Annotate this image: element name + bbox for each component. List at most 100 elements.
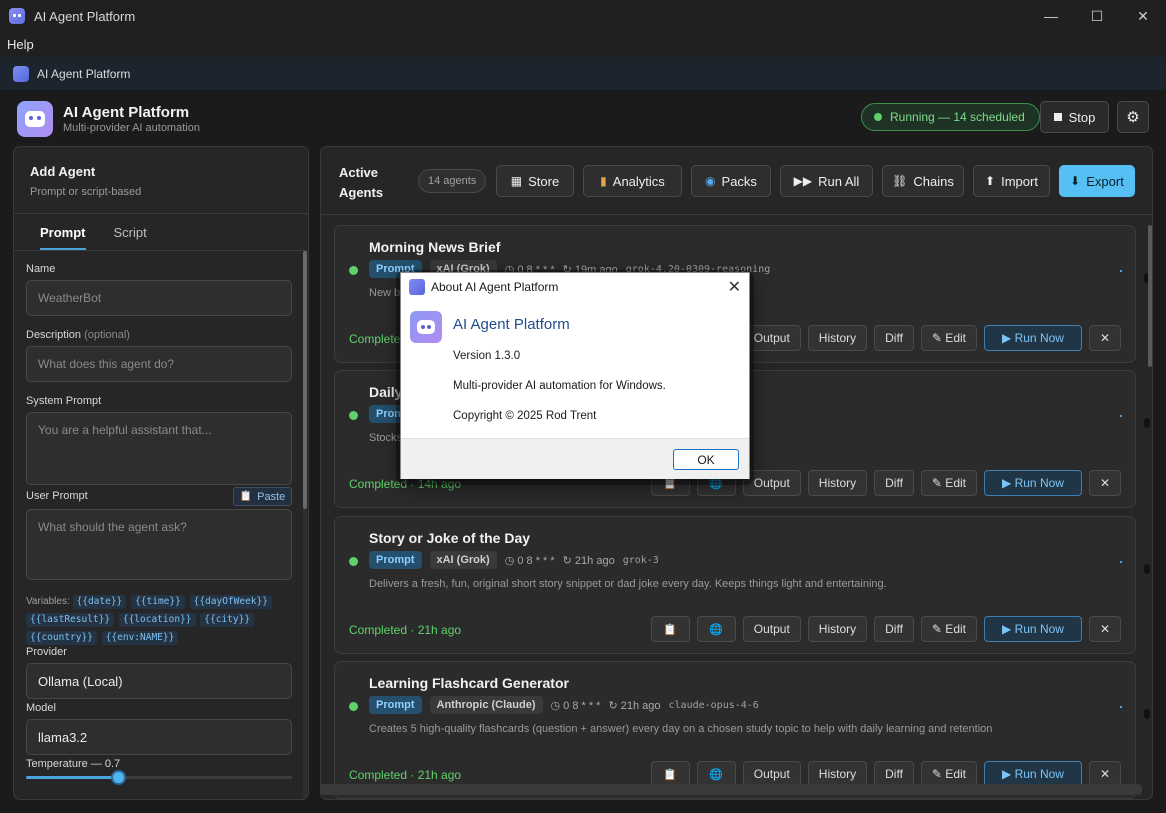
description-label: Description (optional): [26, 329, 130, 341]
download-icon: ⬇: [1070, 174, 1081, 188]
model-input[interactable]: llama3.2: [26, 719, 292, 755]
history-button[interactable]: History: [807, 325, 868, 351]
variable-chip[interactable]: {{lastResult}}: [26, 613, 115, 627]
robot-logo-icon: [410, 311, 442, 343]
temperature-slider[interactable]: [26, 776, 292, 779]
paste-button[interactable]: 📋 Paste: [233, 487, 292, 506]
store-button[interactable]: ▦ Store: [496, 165, 574, 197]
variable-chip[interactable]: {{country}}: [26, 631, 97, 645]
edge-marker: [1144, 418, 1150, 428]
run-now-button[interactable]: ▶ Run Now: [984, 616, 1082, 642]
agent-status-dot: [349, 266, 358, 275]
robot-logo-icon: [17, 101, 53, 137]
tab-prompt[interactable]: Prompt: [40, 225, 86, 250]
history-button[interactable]: History: [807, 470, 868, 496]
store-icon: ▦: [510, 174, 523, 188]
packs-button[interactable]: ◉ Packs: [691, 165, 771, 197]
export-button[interactable]: ⬇ Export: [1059, 165, 1135, 197]
name-input[interactable]: WeatherBot: [26, 280, 292, 316]
notes-icon-button[interactable]: 📋: [650, 616, 690, 642]
variable-chip[interactable]: {{city}}: [200, 613, 255, 627]
import-button[interactable]: ⬆ Import: [973, 165, 1050, 197]
agent-provider-badge: Anthropic (Claude): [429, 696, 543, 714]
analytics-button[interactable]: ▮ Analytics: [583, 165, 682, 197]
variable-chip[interactable]: {{date}}: [72, 595, 127, 609]
diff-button[interactable]: Diff: [874, 470, 914, 496]
edit-button[interactable]: ✎ Edit: [920, 470, 977, 496]
about-dialog: About AI Agent Platform ✕ AI Agent Platf…: [400, 272, 750, 479]
close-window-button[interactable]: ✕: [1120, 0, 1166, 32]
variables-label: Variables:: [26, 596, 70, 607]
variable-chip[interactable]: {{time}}: [131, 595, 185, 609]
user-prompt-label: User Prompt: [26, 490, 88, 502]
run-now-button[interactable]: ▶ Run Now: [984, 470, 1082, 496]
provider-select[interactable]: Ollama (Local): [26, 663, 292, 699]
diff-button[interactable]: Diff: [874, 325, 914, 351]
agent-name: Learning Flashcard Generator: [369, 675, 569, 691]
scheduler-status-badge: Running — 14 scheduled: [861, 103, 1040, 131]
chains-button[interactable]: ⛓ Chains: [882, 165, 964, 197]
agent-card: Learning Flashcard Generator Prompt Anth…: [334, 661, 1136, 799]
agent-type-badge: Prompt: [369, 696, 422, 714]
agent-type-tabs: Prompt Script: [40, 225, 175, 250]
menu-help[interactable]: Help: [7, 37, 34, 52]
run-all-button[interactable]: ▶▶ Run All: [780, 165, 873, 197]
agent-description: Delivers a fresh, fun, original short st…: [369, 578, 887, 590]
stop-icon: [1053, 113, 1062, 121]
description-input[interactable]: What does this agent do?: [26, 346, 292, 382]
left-scrollbar-thumb[interactable]: [303, 251, 307, 509]
output-button[interactable]: Output: [742, 616, 801, 642]
variable-chip[interactable]: {{env:NAME}}: [101, 631, 179, 645]
variables-list: Variables: {{date}} {{time}} {{dayOfWeek…: [26, 593, 298, 647]
variable-chip[interactable]: {{dayOfWeek}}: [189, 595, 272, 609]
agent-description: Creates 5 high-quality flashcards (quest…: [369, 723, 993, 735]
remove-agent-button[interactable]: ✕: [1089, 325, 1121, 351]
maximize-button[interactable]: ☐: [1074, 0, 1120, 32]
edit-button[interactable]: ✎ Edit: [920, 325, 977, 351]
close-icon[interactable]: ✕: [728, 277, 741, 297]
gear-icon: ⚙: [1126, 109, 1140, 126]
import-label: Import: [1001, 173, 1038, 189]
run-all-label: Run All: [818, 173, 860, 189]
variable-chip[interactable]: {{location}}: [118, 613, 196, 627]
upload-icon: ⬆: [985, 174, 996, 188]
remove-agent-button[interactable]: ✕: [1089, 616, 1121, 642]
diff-button[interactable]: Diff: [874, 616, 914, 642]
tab-script[interactable]: Script: [114, 225, 147, 250]
remove-agent-button[interactable]: ✕: [1089, 470, 1121, 496]
app-header: AI Agent Platform Multi-provider AI auto…: [17, 99, 200, 139]
agent-run-status: Completed · 21h ago: [349, 623, 462, 637]
ok-button[interactable]: OK: [673, 449, 739, 470]
clipboard-icon: 📋: [239, 491, 253, 502]
agent-last-run: ↻ 21h ago: [562, 554, 615, 567]
edit-button[interactable]: ✎ Edit: [920, 616, 977, 642]
settings-button[interactable]: ⚙: [1117, 101, 1149, 133]
packs-label: Packs: [721, 173, 757, 189]
agent-schedule: ◷ 0 8 * * *: [550, 699, 601, 712]
run-now-button[interactable]: ▶ Run Now: [984, 325, 1082, 351]
globe-icon-button[interactable]: 🌐: [696, 616, 736, 642]
about-dialog-title: About AI Agent Platform: [431, 280, 559, 294]
dialog-app-icon: [409, 279, 425, 295]
tab-title[interactable]: AI Agent Platform: [37, 67, 130, 81]
system-prompt-textarea[interactable]: You are a helpful assistant that...: [26, 412, 292, 485]
export-label: Export: [1086, 173, 1124, 189]
about-version: Version 1.3.0: [453, 350, 521, 362]
stop-button[interactable]: Stop: [1040, 101, 1109, 133]
agent-status-dot: [349, 702, 358, 711]
store-label: Store: [528, 173, 560, 189]
edge-marker: [1144, 709, 1150, 719]
add-agent-panel: Add Agent Prompt or script-based Prompt …: [13, 146, 309, 800]
analytics-icon: ▮: [600, 174, 607, 188]
temperature-slider-thumb[interactable]: [111, 770, 127, 785]
horizontal-scrollbar[interactable]: [320, 784, 1142, 795]
agents-scrollbar[interactable]: [1148, 225, 1152, 367]
agent-run-status: Completed · 21h ago: [349, 768, 462, 782]
minimize-button[interactable]: —: [1028, 0, 1074, 32]
history-button[interactable]: History: [807, 616, 868, 642]
menu-bar: Help: [0, 32, 1166, 56]
stop-label: Stop: [1068, 109, 1096, 125]
app-tab-bar: AI Agent Platform: [0, 57, 1166, 90]
user-prompt-textarea[interactable]: What should the agent ask?: [26, 509, 292, 580]
name-label: Name: [26, 263, 56, 275]
